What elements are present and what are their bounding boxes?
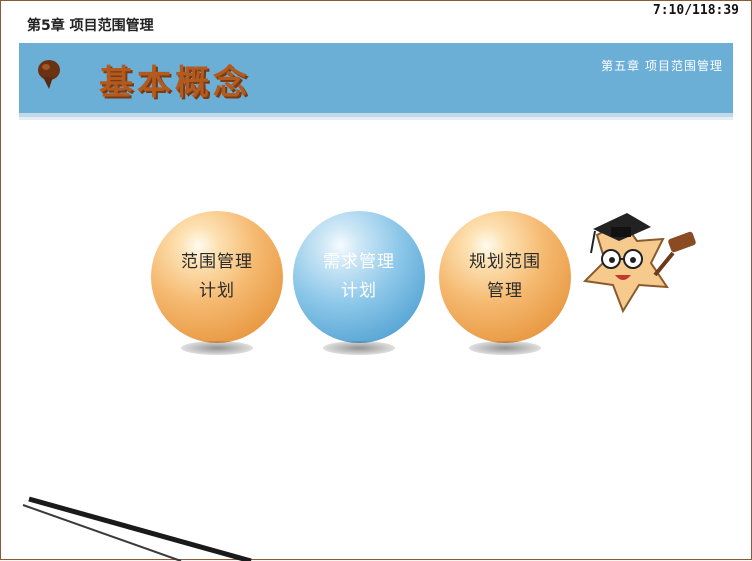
- ball-label: 范围管理 计划: [181, 252, 253, 301]
- ball-shadow: [181, 341, 253, 355]
- page-title: 基本概念: [99, 63, 251, 103]
- ball-shadow: [323, 341, 395, 355]
- mascot-star-icon: [582, 213, 696, 314]
- pin-icon: [38, 60, 60, 89]
- header-bar: 基本概念 第五章 项目范围管理: [19, 43, 733, 113]
- top-title: 第5章 项目范围管理: [27, 18, 154, 34]
- ball-plan-scope-management: 规划范围 管理: [439, 211, 571, 355]
- ball-label: 需求管理 计划: [323, 252, 395, 301]
- video-time: 7:10/118:39: [652, 3, 739, 18]
- ball-scope-plan: 范围管理 计划: [151, 211, 283, 355]
- ball-shadow: [469, 341, 541, 355]
- ball-requirements-plan: 需求管理 计划: [293, 211, 425, 355]
- slide-frame: 第5章 项目范围管理 7:10/118:39 基本概念 第五章 项目范围管理 范…: [0, 0, 752, 561]
- chapter-label: 第五章 项目范围管理: [601, 59, 723, 73]
- ball-label: 规划范围 管理: [469, 252, 541, 301]
